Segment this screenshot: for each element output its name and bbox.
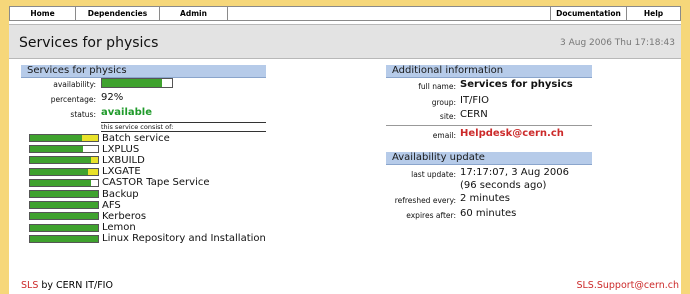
refreshed-label: refreshed every: — [394, 196, 456, 205]
page-timestamp: 3 Aug 2006 Thu 17:18:43 — [560, 38, 675, 48]
service-row[interactable]: LXGATE — [29, 166, 141, 177]
service-name[interactable]: AFS — [102, 200, 121, 211]
service-availability-bar — [29, 167, 99, 176]
service-bar-green-segment — [30, 213, 98, 220]
nav-documentation-link[interactable]: Documentation — [551, 7, 627, 20]
service-bar-green-segment — [30, 146, 84, 153]
service-row[interactable]: Batch service — [29, 133, 170, 144]
service-name[interactable]: Batch service — [102, 133, 170, 144]
nav-help-link[interactable]: Help — [627, 7, 680, 20]
last-update-value: 17:17:07, 3 Aug 2006 — [460, 167, 569, 178]
services-list: Batch service LXPLUS LXBUILD LXGATE CASTOR T… — [29, 133, 289, 253]
service-availability-bar — [29, 134, 99, 142]
refreshed-value: 2 minutes — [460, 193, 511, 204]
availability-label: availability: — [53, 80, 96, 89]
service-row[interactable]: LXBUILD — [29, 155, 145, 166]
footer-support-link[interactable]: SLS.Support@cern.ch — [576, 280, 679, 291]
expires-value: 60 minutes — [460, 208, 517, 219]
service-availability-bar — [29, 234, 99, 243]
service-bar-green-segment — [30, 157, 92, 164]
service-row[interactable]: LXPLUS — [29, 144, 139, 155]
status-label: status: — [70, 110, 96, 119]
service-availability-bar — [29, 223, 99, 232]
full-name-label: full name: — [418, 82, 456, 91]
service-row[interactable]: Kerberos — [29, 211, 146, 222]
availability-update-header: Availability update — [386, 152, 592, 165]
email-link[interactable]: Helpdesk@cern.ch — [460, 128, 564, 139]
page-title: Services for physics — [19, 35, 159, 51]
service-bar-green-segment — [30, 179, 92, 186]
consist-label: this service consist of: — [101, 122, 266, 132]
expires-label: expires after: — [406, 211, 456, 220]
service-availability-bar — [29, 212, 99, 221]
service-availability-bar — [29, 190, 99, 198]
service-bar-yellow-segment — [91, 157, 98, 164]
service-bar-green-segment — [30, 235, 98, 242]
percentage-label: percentage: — [50, 95, 96, 104]
footer-by: by CERN IT/FIO — [38, 280, 113, 291]
service-bar-yellow-segment — [81, 135, 98, 141]
service-availability-bar — [29, 145, 99, 154]
services-section-header: Services for physics — [21, 65, 266, 78]
service-name[interactable]: Linux Repository and Installation — [102, 233, 266, 244]
availability-bar-fill — [102, 79, 163, 87]
service-bar-yellow-segment — [88, 168, 98, 175]
full-name-value: Services for physics — [460, 79, 573, 90]
service-bar-green-segment — [30, 191, 98, 197]
site-value: CERN — [460, 109, 488, 120]
service-name[interactable]: LXGATE — [102, 166, 141, 177]
footer-credit: SLS by CERN IT/FIO — [21, 280, 113, 291]
footer-sls-link[interactable]: SLS — [21, 280, 38, 291]
service-name[interactable]: Kerberos — [102, 211, 146, 222]
service-row[interactable]: CASTOR Tape Service — [29, 177, 210, 188]
service-name[interactable]: CASTOR Tape Service — [102, 177, 210, 188]
group-label: group: — [431, 98, 456, 107]
service-name[interactable]: LXBUILD — [102, 155, 145, 166]
email-label: email: — [432, 131, 456, 140]
info-divider — [386, 125, 592, 126]
nav-spacer — [228, 7, 551, 20]
percentage-value: 92% — [101, 92, 124, 103]
additional-info-header: Additional information — [386, 65, 592, 78]
service-name[interactable]: Lemon — [102, 222, 136, 233]
availability-bar — [101, 78, 173, 88]
top-nav: Home Dependencies Admin Documentation He… — [9, 6, 681, 21]
service-row[interactable]: AFS — [29, 200, 121, 211]
title-bar: Services for physics 3 Aug 2006 Thu 17:1… — [9, 24, 681, 59]
service-availability-bar — [29, 178, 99, 187]
nav-admin-link[interactable]: Admin — [160, 7, 228, 20]
status-value: available — [101, 107, 152, 118]
group-value: IT/FIO — [460, 95, 489, 106]
service-availability-bar — [29, 156, 99, 165]
service-availability-bar — [29, 201, 99, 210]
service-name[interactable]: LXPLUS — [102, 144, 139, 155]
service-bar-green-segment — [30, 202, 98, 209]
site-label: site: — [439, 112, 456, 121]
service-row[interactable]: Linux Repository and Installation — [29, 233, 266, 244]
service-bar-green-segment — [30, 135, 82, 141]
service-row[interactable]: Backup — [29, 189, 139, 200]
last-update-label: last update: — [411, 170, 456, 179]
nav-dependencies-link[interactable]: Dependencies — [76, 7, 160, 20]
service-row[interactable]: Lemon — [29, 222, 136, 233]
nav-home-link[interactable]: Home — [10, 7, 76, 20]
service-bar-green-segment — [30, 168, 89, 175]
service-bar-green-segment — [30, 224, 98, 231]
last-update-ago: (96 seconds ago) — [460, 180, 547, 191]
service-name[interactable]: Backup — [102, 189, 139, 200]
page: Home Dependencies Admin Documentation He… — [9, 6, 681, 294]
